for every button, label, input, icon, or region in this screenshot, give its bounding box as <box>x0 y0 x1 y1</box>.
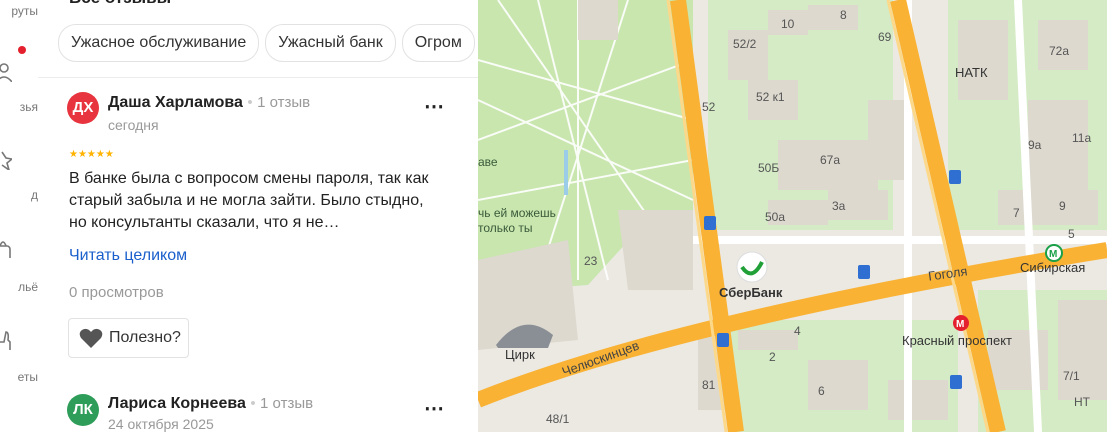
house-number: 52/2 <box>733 37 757 51</box>
chip-filter[interactable]: Ужасное обслуживание <box>58 24 260 62</box>
house-number: 69 <box>878 30 892 44</box>
house-number: 50а <box>765 210 786 224</box>
rail-item-routes[interactable]: руты <box>0 4 38 18</box>
house-number: 9 <box>1059 199 1066 213</box>
review-author[interactable]: Даша Харламова <box>108 94 243 111</box>
house-number: 10 <box>781 17 795 31</box>
left-rail: руты зья д льё еты <box>0 0 39 432</box>
house-number: 67а <box>820 153 841 167</box>
svg-text:M: M <box>1049 249 1057 260</box>
more-options-icon[interactable]: ⋯ <box>424 396 445 421</box>
natk-label[interactable]: НАТК <box>955 65 988 80</box>
house-number: 48/1 <box>546 412 570 426</box>
building <box>618 210 693 290</box>
rating-stars: ★★★★★ <box>69 149 114 160</box>
read-more-link[interactable]: Читать целиком <box>69 247 187 265</box>
review-author[interactable]: Лариса Корнеева <box>108 395 246 412</box>
house-number: 52 к1 <box>756 90 785 104</box>
helpful-label: Полезно? <box>109 329 181 346</box>
house-number: 50Б <box>758 161 780 175</box>
park-label: только ты <box>478 221 533 235</box>
rail-item-rating[interactable]: д <box>0 188 38 202</box>
section-title: Все отзывы <box>69 0 171 8</box>
house-number: 81 <box>702 378 716 392</box>
house-number: 6 <box>818 384 825 398</box>
avatar[interactable]: ЛК <box>67 394 99 426</box>
house-number: 8 <box>840 8 847 22</box>
house-number: 7/1 <box>1063 369 1080 383</box>
pond <box>564 150 568 195</box>
notification-dot <box>18 46 26 54</box>
views-count: 0 просмотров <box>69 284 164 301</box>
park-label: аве <box>478 155 498 169</box>
star-icon <box>1 151 12 170</box>
rail-item-label: д <box>30 188 38 202</box>
divider <box>38 77 478 78</box>
more-options-icon[interactable]: ⋯ <box>424 94 445 119</box>
rail-item-label: зья <box>19 100 38 114</box>
review-author-line: Лариса Корнеева • 1 отзыв <box>108 395 313 413</box>
thumb-icon <box>0 331 11 350</box>
metro-red-label[interactable]: Красный проспект <box>902 333 1012 348</box>
bag-icon <box>0 241 11 258</box>
circus-label[interactable]: Цирк <box>505 347 535 362</box>
sberbank-label[interactable]: СберБанк <box>719 285 782 300</box>
svg-text:M: M <box>956 319 964 330</box>
avatar[interactable]: ДХ <box>67 92 99 124</box>
review-date: сегодня <box>108 117 159 133</box>
house-number: 23 <box>584 254 598 268</box>
house-number: 9а <box>1028 138 1042 152</box>
review-count: 1 отзыв <box>257 94 311 111</box>
house-number: 52 <box>702 100 716 114</box>
rail-item-friends[interactable]: зья <box>0 100 38 114</box>
filter-chips: Ужасное обслуживание Ужасный банк Огром <box>58 24 478 62</box>
rail-item-tips[interactable]: еты <box>0 370 38 384</box>
metro-siberian-label[interactable]: Сибирская <box>1020 260 1085 275</box>
map[interactable]: M M 10 8 52/2 52 52 к1 50Б 67а 50а 3а 69… <box>478 0 1107 432</box>
helpful-button[interactable]: Полезно? <box>68 318 189 358</box>
heart-icon <box>79 328 103 348</box>
rail-item-wallet[interactable]: льё <box>0 280 38 294</box>
house-number: 2 <box>769 350 776 364</box>
chip-filter[interactable]: Огром <box>401 24 475 62</box>
house-number: 7 <box>1013 206 1020 220</box>
rail-item-label: еты <box>17 370 38 384</box>
review-date: 24 октября 2025 <box>108 416 214 432</box>
review-author-line: Даша Харламова • 1 отзыв <box>108 94 310 112</box>
house-number: 3а <box>832 199 846 213</box>
rail-item-label: льё <box>18 280 38 294</box>
meta-separator: • <box>247 94 253 111</box>
review-count: 1 отзыв <box>260 395 314 412</box>
house-number: НТ <box>1074 395 1090 409</box>
review-text: В банке была с вопросом смены пароля, та… <box>69 170 429 231</box>
house-number: 5 <box>1068 227 1075 241</box>
house-number: 4 <box>794 324 801 338</box>
chip-filter[interactable]: Ужасный банк <box>265 24 396 62</box>
reviews-panel: Все отзывы Ужасное обслуживаниеУжасный б… <box>38 0 478 432</box>
rail-item-label: руты <box>11 4 38 18</box>
sberbank-marker[interactable] <box>736 251 768 283</box>
house-number: 11а <box>1072 131 1092 145</box>
building <box>578 0 618 40</box>
house-number: 72а <box>1049 44 1070 58</box>
park-label: чь ей можешь <box>478 206 556 220</box>
meta-separator: • <box>250 395 256 412</box>
friends-icon <box>0 63 12 82</box>
